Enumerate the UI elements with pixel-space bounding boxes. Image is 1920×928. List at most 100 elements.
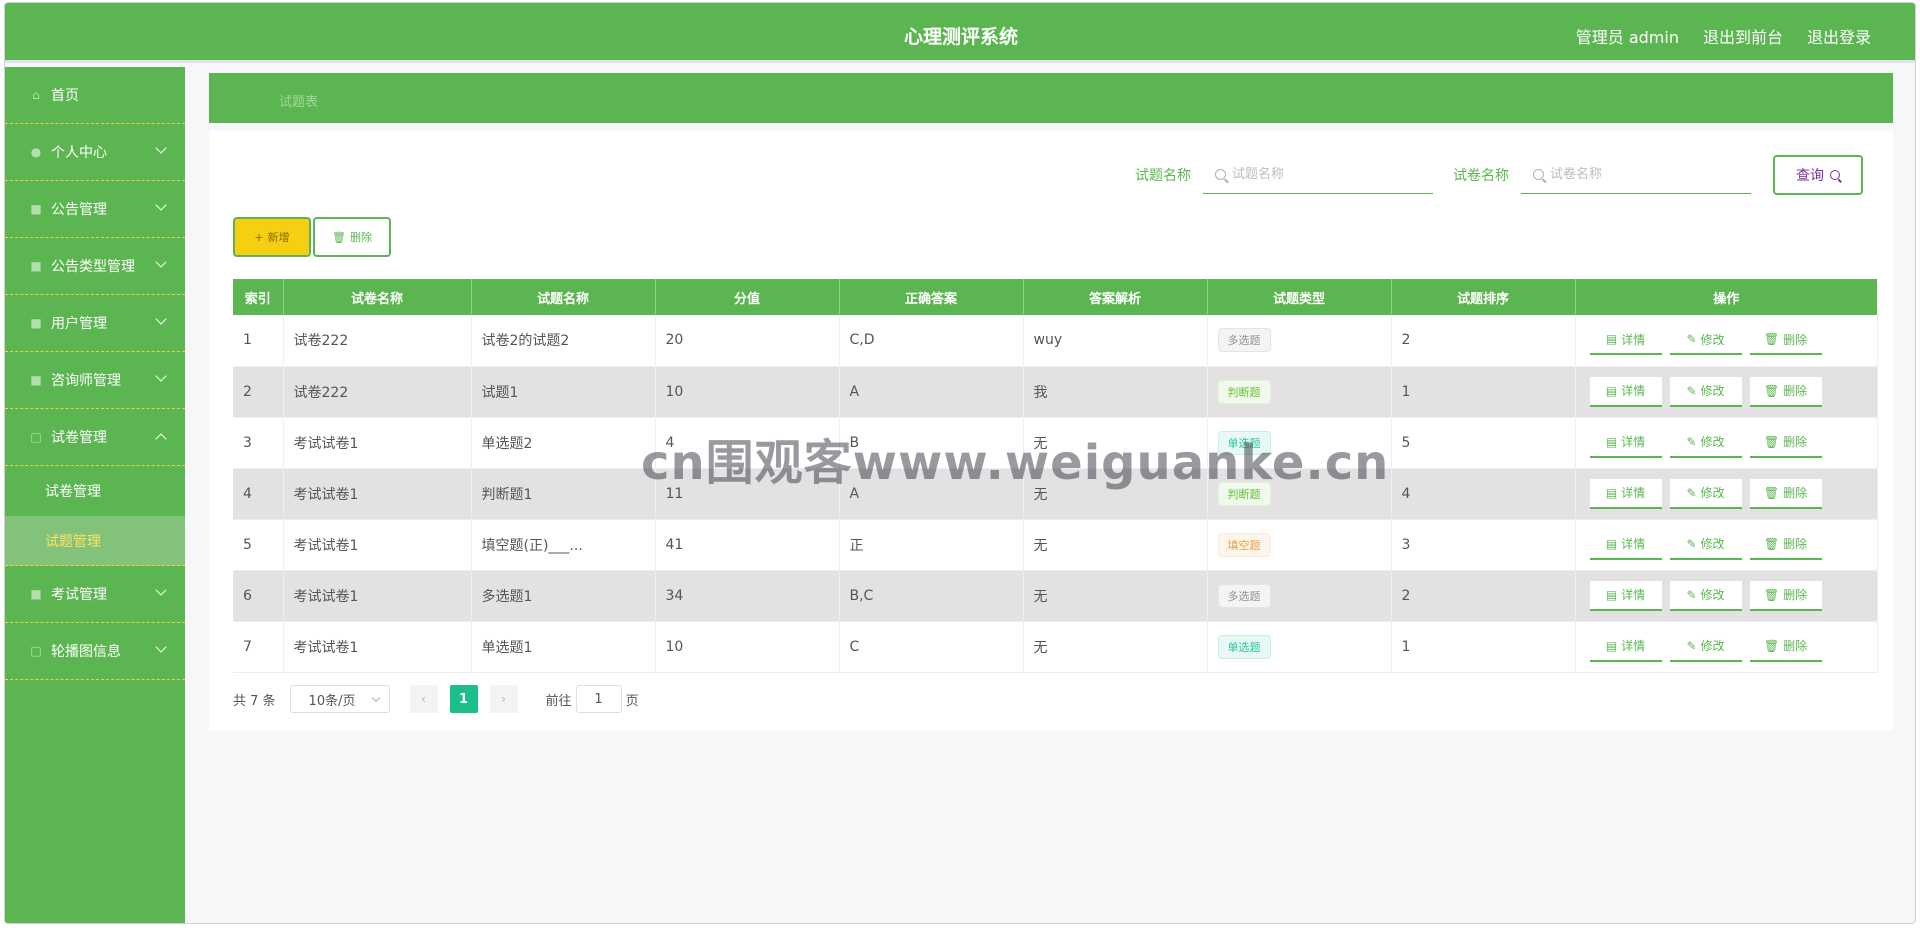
delete-button[interactable]: 🗑︎ 删除 [1749,580,1822,611]
edit-button[interactable]: ✎ 修改 [1669,427,1742,458]
table-row: 2 试卷222 试题1 10 A 我判断题 1 ▤ 详情 ✎ 修改 🗑︎ 删除 [233,366,1878,418]
detail-button[interactable]: ▤ 详情 [1589,427,1662,458]
cell-score: 10 [655,621,840,673]
top-bar: 心理测评系统 管理员 admin 退出到前台 退出登录 [5,3,1915,63]
delete-button-label: 删除 [1783,384,1808,398]
sidebar-item-notice-management[interactable]: ■ 公告管理 [5,181,185,238]
logout-link[interactable]: 退出登录 [1807,24,1871,48]
sidebar-item-personal-center[interactable]: ● 个人中心 [5,124,185,181]
cell-analysis: 无 [1023,570,1208,622]
users-icon: ■ [30,316,42,330]
cell-type: 单选题 [1207,417,1392,469]
row-actions: ▤ 详情 ✎ 修改 🗑︎ 删除 [1586,631,1877,662]
sidebar-item-exam-management[interactable]: ■ 考试管理 [5,566,185,623]
chevron-down-icon [155,313,167,325]
column-header[interactable]: 分值 [655,279,840,315]
edit-button[interactable]: ✎ 修改 [1669,376,1742,407]
cell-paper: 考试试卷1 [283,621,472,673]
trash-icon: 🗑︎ [1763,434,1780,449]
sidebar-item-carousel-info[interactable]: □ 轮播图信息 [5,623,185,680]
detail-button[interactable]: ▤ 详情 [1589,325,1662,356]
cell-answer: B,C [839,570,1024,622]
chevron-down-icon [155,370,167,382]
delete-button[interactable]: 🗑︎ 删除 [1749,631,1822,662]
table-row: 7 考试试卷1 单选题1 10 C 无单选题 1 ▤ 详情 ✎ 修改 🗑︎ 删除 [233,621,1878,673]
batch-delete-button[interactable]: 🗑︎ 删除 [313,217,391,257]
breadcrumb-current[interactable]: 试题表 [279,91,318,110]
question-name-input[interactable] [1232,167,1412,182]
edit-button[interactable]: ✎ 修改 [1669,580,1742,611]
add-button[interactable]: + 新增 [233,217,311,257]
sidebar-item-label: 首页 [51,88,79,104]
query-button-label: 查询 [1796,168,1824,184]
sidebar-item-counselor-management[interactable]: ■ 咨询师管理 [5,352,185,409]
column-header[interactable]: 正确答案 [839,279,1024,315]
delete-button-label: 删除 [1783,435,1808,449]
column-header[interactable]: 试题类型 [1207,279,1392,315]
detail-button[interactable]: ▤ 详情 [1589,580,1662,611]
column-header[interactable]: 试卷名称 [283,279,472,315]
edit-button[interactable]: ✎ 修改 [1669,478,1742,509]
document-icon: ▤ [1605,383,1618,398]
current-user-link[interactable]: 管理员 admin [1576,24,1679,48]
question-name-label: 试题名称 [1135,168,1191,184]
row-actions: ▤ 详情 ✎ 修改 🗑︎ 删除 [1586,580,1877,611]
trash-icon: 🗑︎ [1763,485,1780,500]
delete-button-label: 删除 [1783,537,1808,551]
sidebar-subitem-question-management[interactable]: 试题管理 [5,516,185,566]
notice-icon: ■ [30,202,42,216]
detail-button-label: 详情 [1621,486,1646,500]
sidebar-item-home[interactable]: ⌂ 首页 [5,67,185,124]
column-header[interactable]: 试题名称 [471,279,656,315]
edit-button[interactable]: ✎ 修改 [1669,529,1742,560]
exit-to-front-link[interactable]: 退出到前台 [1703,24,1783,48]
edit-button[interactable]: ✎ 修改 [1669,631,1742,662]
next-page-button[interactable]: › [489,685,518,713]
app-frame: 心理测评系统 管理员 admin 退出到前台 退出登录 ⌂ 首页 ● 个人中心 … [4,2,1916,924]
delete-button[interactable]: 🗑︎ 删除 [1749,325,1822,356]
pencil-icon: ✎ [1686,485,1697,500]
cell-order: 2 [1391,315,1576,367]
column-header[interactable]: 答案解析 [1023,279,1208,315]
question-type-tag: 判断题 [1217,379,1271,404]
prev-page-button[interactable]: ‹ [409,685,438,713]
delete-button-label: 删除 [1783,486,1808,500]
detail-button[interactable]: ▤ 详情 [1589,376,1662,407]
cell-score: 11 [655,468,840,520]
delete-button[interactable]: 🗑︎ 删除 [1749,529,1822,560]
detail-button[interactable]: ▤ 详情 [1589,631,1662,662]
cell-answer: C [839,621,1024,673]
row-actions: ▤ 详情 ✎ 修改 🗑︎ 删除 [1586,529,1877,560]
paper-name-input[interactable] [1550,167,1730,182]
cell-type: 单选题 [1207,621,1392,673]
sidebar-item-label: 轮播图信息 [51,644,121,660]
cell-actions: ▤ 详情 ✎ 修改 🗑︎ 删除 [1575,315,1878,367]
column-header[interactable]: 索引 [233,279,284,315]
delete-button[interactable]: 🗑︎ 删除 [1749,376,1822,407]
cell-type: 填空题 [1207,519,1392,571]
detail-button[interactable]: ▤ 详情 [1589,478,1662,509]
question-type-tag: 填空题 [1217,532,1271,557]
page-size-select[interactable]: 10条/页 [289,685,390,713]
cell-actions: ▤ 详情 ✎ 修改 🗑︎ 删除 [1575,570,1878,622]
plus-icon: + [254,230,264,244]
cell-type: 多选题 [1207,315,1392,367]
sidebar-item-paper-management[interactable]: □ 试卷管理 [5,409,185,466]
cell-index: 6 [233,570,284,622]
query-button[interactable]: 查询 [1773,155,1863,195]
detail-button[interactable]: ▤ 详情 [1589,529,1662,560]
sidebar-item-notice-type-management[interactable]: ■ 公告类型管理 [5,238,185,295]
sidebar-item-user-management[interactable]: ■ 用户管理 [5,295,185,352]
delete-button[interactable]: 🗑︎ 删除 [1749,478,1822,509]
edit-button[interactable]: ✎ 修改 [1669,325,1742,356]
trash-icon: 🗑︎ [1763,587,1780,602]
sidebar-subitem-paper-management[interactable]: 试卷管理 [5,466,185,516]
column-header[interactable]: 试题排序 [1391,279,1576,315]
detail-button-label: 详情 [1621,384,1646,398]
sidebar-item-label: 公告类型管理 [51,259,135,275]
cell-index: 5 [233,519,284,571]
goto-page-input[interactable]: 1 [575,685,622,713]
delete-button[interactable]: 🗑︎ 删除 [1749,427,1822,458]
search-form: 试题名称 试卷名称 查询 [1135,155,1863,195]
page-number-current[interactable]: 1 [449,685,478,713]
